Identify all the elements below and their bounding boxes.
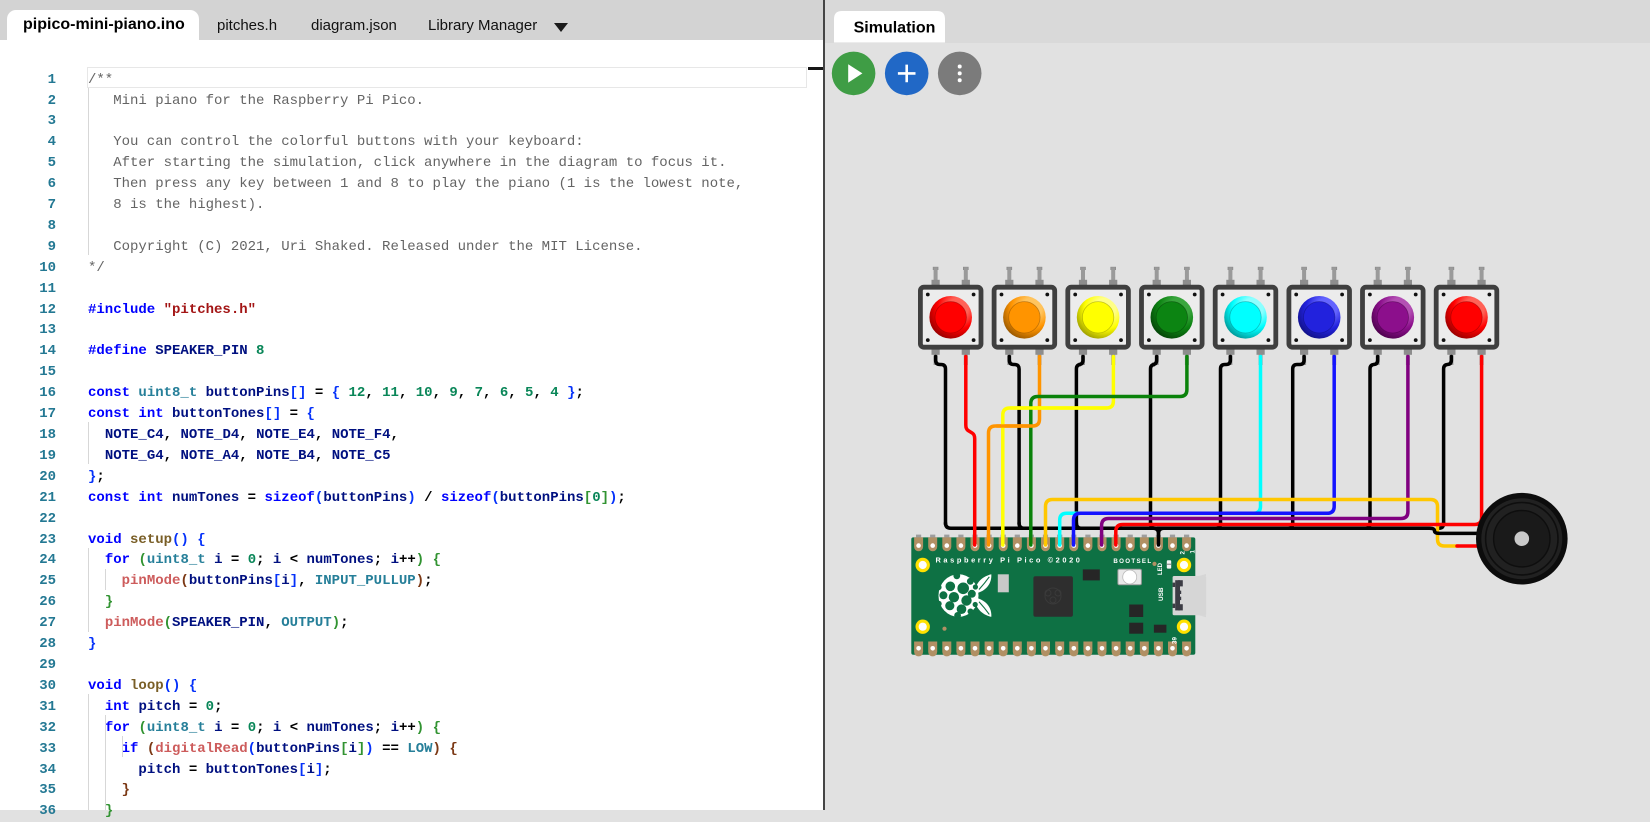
- svg-text:2: 2: [1180, 551, 1187, 555]
- svg-text:Raspberry Pi Pico ©2020: Raspberry Pi Pico ©2020: [936, 555, 1083, 564]
- svg-text:BOOTSEL: BOOTSEL: [1113, 558, 1152, 565]
- svg-text:Simulation: Simulation: [854, 20, 936, 37]
- svg-text:1: 1: [1189, 550, 1196, 554]
- svg-text:39: 39: [1172, 637, 1179, 644]
- svg-text:LED: LED: [1158, 562, 1164, 575]
- svg-text:USB: USB: [1158, 587, 1165, 601]
